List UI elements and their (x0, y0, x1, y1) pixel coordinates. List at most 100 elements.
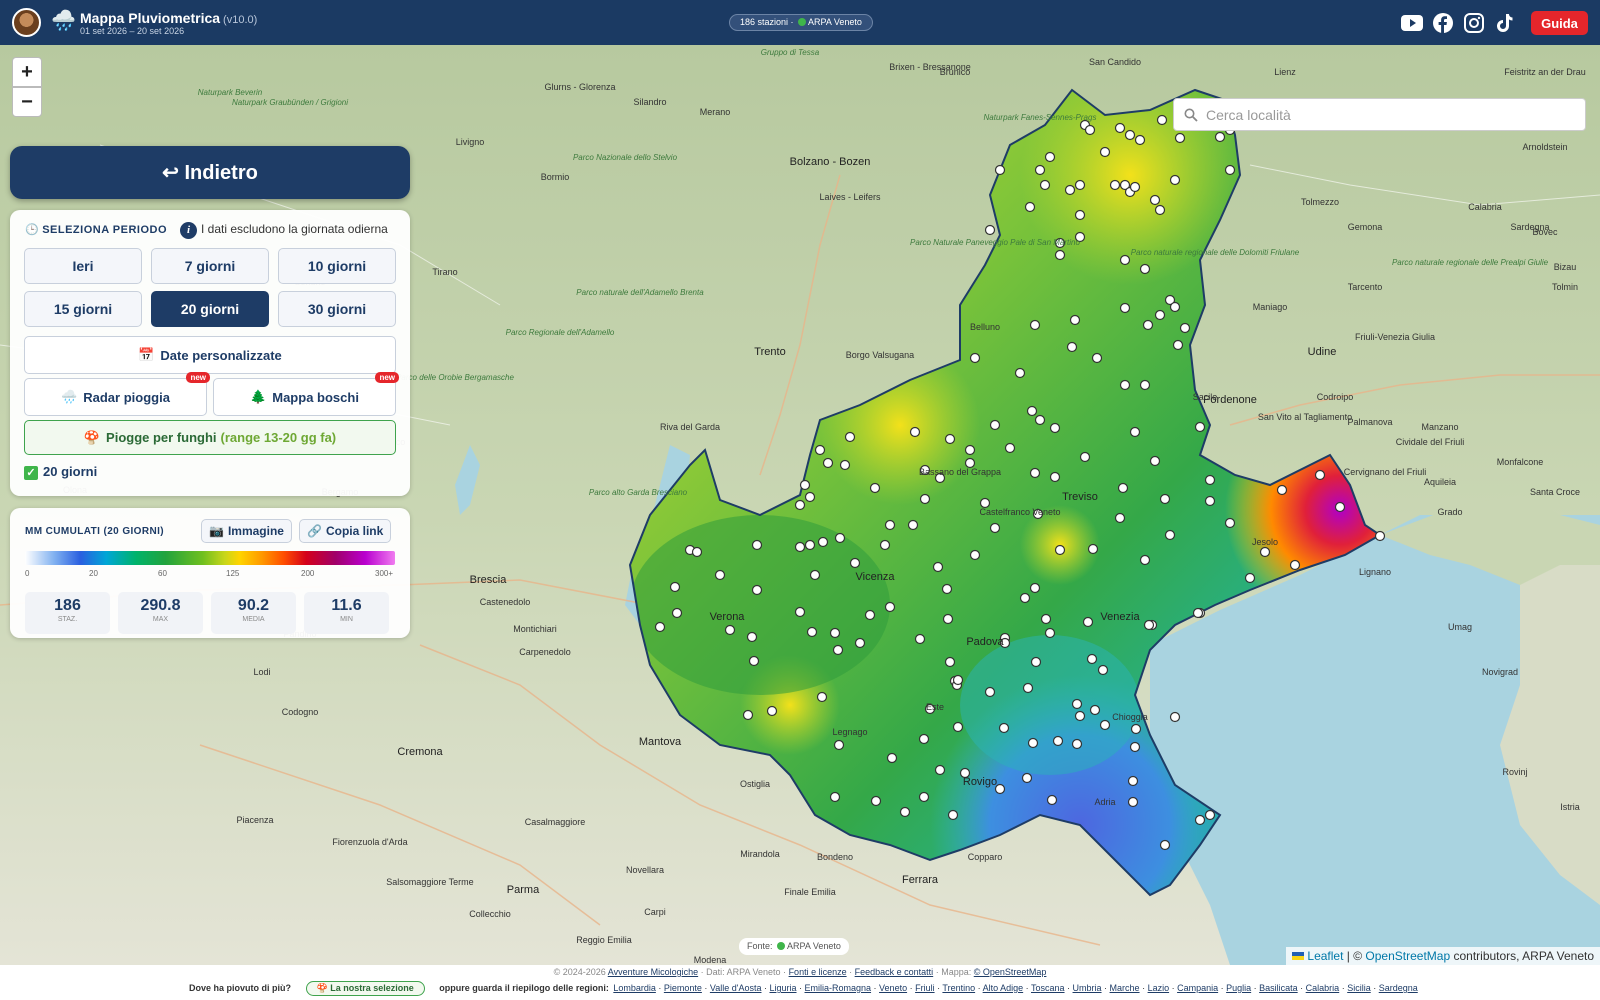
station-marker[interactable] (1014, 367, 1026, 379)
station-marker[interactable] (1044, 151, 1056, 163)
station-marker[interactable] (1244, 572, 1256, 584)
custom-dates-button[interactable]: 📅 Date personalizzate (24, 336, 396, 374)
station-marker[interactable] (952, 721, 964, 733)
period-button-10[interactable]: 10 giorni (278, 248, 396, 284)
region-link[interactable]: Basilicata (1259, 983, 1298, 993)
youtube-icon[interactable] (1401, 12, 1423, 34)
station-marker[interactable] (1087, 543, 1099, 555)
station-marker[interactable] (1374, 530, 1386, 542)
region-link[interactable]: Trentino (942, 983, 975, 993)
selection-pill[interactable]: 🍄 La nostra selezione (305, 981, 425, 996)
period-button-7[interactable]: 7 giorni (151, 248, 269, 284)
station-marker[interactable] (1044, 627, 1056, 639)
station-marker[interactable] (1049, 471, 1061, 483)
station-marker[interactable] (822, 457, 834, 469)
station-marker[interactable] (899, 806, 911, 818)
station-marker[interactable] (864, 609, 876, 621)
osm-link[interactable]: OpenStreetMap (1365, 949, 1450, 963)
station-marker[interactable] (934, 764, 946, 776)
station-marker[interactable] (998, 722, 1010, 734)
boschi-button[interactable]: 🌲 Mappa boschi new (213, 372, 399, 416)
station-marker[interactable] (1192, 607, 1204, 619)
station-marker[interactable] (806, 626, 818, 638)
station-marker[interactable] (854, 637, 866, 649)
station-marker[interactable] (964, 444, 976, 456)
station-marker[interactable] (654, 621, 666, 633)
station-marker[interactable] (1129, 741, 1141, 753)
station-marker[interactable] (1082, 616, 1094, 628)
station-marker[interactable] (907, 519, 919, 531)
station-marker[interactable] (1026, 405, 1038, 417)
station-marker[interactable] (1071, 698, 1083, 710)
station-marker[interactable] (1021, 772, 1033, 784)
station-marker[interactable] (1066, 341, 1078, 353)
station-marker[interactable] (1119, 379, 1131, 391)
station-marker[interactable] (1097, 664, 1109, 676)
station-marker[interactable] (1154, 309, 1166, 321)
station-marker[interactable] (1169, 301, 1181, 313)
station-marker[interactable] (1114, 122, 1126, 134)
station-marker[interactable] (1117, 482, 1129, 494)
station-marker[interactable] (1164, 529, 1176, 541)
station-marker[interactable] (1179, 322, 1191, 334)
station-marker[interactable] (833, 739, 845, 751)
station-marker[interactable] (1156, 114, 1168, 126)
region-link[interactable]: Liguria (769, 983, 796, 993)
station-marker[interactable] (1149, 194, 1161, 206)
station-marker[interactable] (932, 561, 944, 573)
period-button-ieri[interactable]: Ieri (24, 248, 142, 284)
station-marker[interactable] (952, 674, 964, 686)
station-marker[interactable] (1159, 839, 1171, 851)
station-marker[interactable] (1034, 414, 1046, 426)
station-marker[interactable] (1079, 451, 1091, 463)
zoom-out-button[interactable]: − (12, 87, 42, 117)
station-marker[interactable] (1049, 422, 1061, 434)
copy-link-button[interactable]: 🔗 Copia link (299, 519, 392, 543)
station-marker[interactable] (1194, 421, 1206, 433)
station-marker[interactable] (804, 491, 816, 503)
station-marker[interactable] (884, 519, 896, 531)
station-marker[interactable] (1052, 735, 1064, 747)
station-marker[interactable] (746, 631, 758, 643)
region-link[interactable]: Piemonte (664, 983, 702, 993)
station-marker[interactable] (984, 686, 996, 698)
station-marker[interactable] (1276, 484, 1288, 496)
station-marker[interactable] (1172, 339, 1184, 351)
station-marker[interactable] (918, 733, 930, 745)
station-marker[interactable] (799, 479, 811, 491)
station-marker[interactable] (1091, 352, 1103, 364)
station-marker[interactable] (969, 352, 981, 364)
station-marker[interactable] (834, 532, 846, 544)
station-marker[interactable] (691, 546, 703, 558)
station-marker[interactable] (1204, 474, 1216, 486)
region-link[interactable]: Veneto (879, 983, 907, 993)
station-marker[interactable] (969, 549, 981, 561)
station-marker[interactable] (1139, 263, 1151, 275)
funghi-button[interactable]: 🍄 Piogge per funghi (range 13-20 gg fa) (24, 420, 396, 455)
station-marker[interactable] (1119, 254, 1131, 266)
station-marker[interactable] (751, 539, 763, 551)
station-marker[interactable] (1119, 302, 1131, 314)
region-link[interactable]: Umbria (1073, 983, 1102, 993)
station-marker[interactable] (669, 581, 681, 593)
station-marker[interactable] (1074, 179, 1086, 191)
region-link[interactable]: Lazio (1148, 983, 1170, 993)
station-marker[interactable] (809, 569, 821, 581)
leaflet-link[interactable]: Leaflet (1307, 949, 1343, 963)
station-marker[interactable] (1039, 179, 1051, 191)
station-marker[interactable] (1046, 794, 1058, 806)
station-marker[interactable] (1099, 146, 1111, 158)
station-marker[interactable] (751, 584, 763, 596)
station-marker[interactable] (1169, 174, 1181, 186)
station-marker[interactable] (944, 656, 956, 668)
station-marker[interactable] (1204, 495, 1216, 507)
station-marker[interactable] (1314, 469, 1326, 481)
station-marker[interactable] (886, 752, 898, 764)
station-marker[interactable] (817, 536, 829, 548)
region-link[interactable]: Lombardia (613, 983, 656, 993)
station-marker[interactable] (1139, 554, 1151, 566)
region-link[interactable]: Emilia-Romagna (805, 983, 872, 993)
footer-link-avventure[interactable]: Avventure Micologiche (608, 967, 698, 977)
region-link[interactable]: Campania (1177, 983, 1218, 993)
search-input[interactable] (1206, 105, 1576, 125)
